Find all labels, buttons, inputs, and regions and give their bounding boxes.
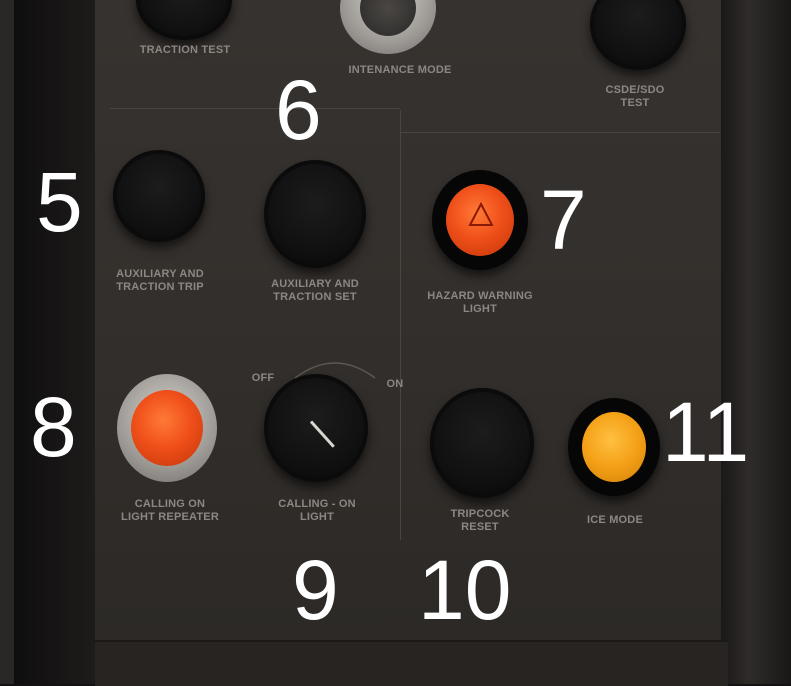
divider-vertical — [400, 110, 401, 540]
panel-bottom-strip — [95, 640, 728, 686]
auxiliary-traction-set-label: AUXILIARY AND TRACTION SET — [271, 278, 359, 303]
calling-on-repeater-lamp — [131, 390, 203, 466]
tripcock-reset-button[interactable] — [430, 388, 534, 498]
callout-6: 6 — [275, 63, 322, 157]
traction-test-label: TRACTION TEST — [139, 44, 231, 56]
callout-5: 5 — [36, 155, 83, 249]
callout-7: 7 — [540, 173, 587, 267]
tripcock-reset-label: TRIPCOCK RESET — [450, 508, 510, 533]
maintenance-mode-label: INTENANCE MODE — [348, 64, 452, 76]
callout-8: 8 — [30, 380, 77, 474]
divider-top-left — [110, 108, 400, 109]
cab-frame-right — [721, 0, 791, 684]
csde-test-label: CSDE/SDO TEST — [605, 84, 665, 109]
auxiliary-traction-trip-button[interactable] — [113, 150, 205, 242]
auxiliary-traction-trip-label: AUXILIARY AND TRACTION TRIP — [116, 268, 204, 293]
auxiliary-traction-set-button[interactable] — [264, 160, 366, 268]
warning-triangle-icon — [468, 202, 494, 226]
calling-on-repeater-label: CALLING ON LIGHT REPEATER — [121, 498, 219, 523]
panel-edge-shadow — [14, 0, 95, 684]
ice-mode-button[interactable] — [582, 412, 646, 482]
hazard-warning-label: HAZARD WARNING LIGHT — [427, 290, 533, 315]
divider-top-right — [400, 132, 720, 133]
switch-on-label: ON — [386, 378, 404, 390]
callout-9: 9 — [292, 543, 339, 637]
ice-mode-label: ICE MODE — [587, 514, 643, 526]
switch-off-label: OFF — [251, 372, 275, 384]
calling-on-switch-label: CALLING - ON LIGHT — [278, 498, 356, 523]
cab-frame-left — [0, 0, 14, 684]
callout-10: 10 — [418, 543, 512, 637]
callout-11: 11 — [662, 385, 750, 479]
